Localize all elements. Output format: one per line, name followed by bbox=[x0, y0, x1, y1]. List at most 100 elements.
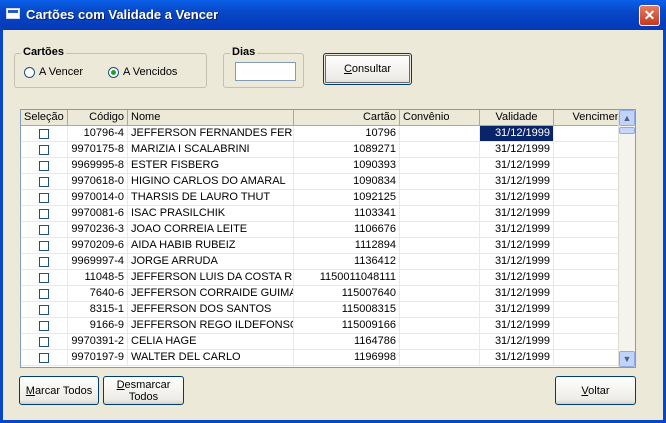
cell-convenio[interactable] bbox=[400, 190, 480, 206]
radio-a-vencidos[interactable]: A Vencidos bbox=[108, 66, 177, 78]
cell-convenio[interactable] bbox=[400, 206, 480, 222]
cell-selecao[interactable] bbox=[21, 238, 68, 254]
row-checkbox[interactable] bbox=[39, 209, 49, 219]
cell-selecao[interactable] bbox=[21, 350, 68, 366]
cell-codigo[interactable]: 9970209-6 bbox=[68, 238, 128, 254]
cell-validade[interactable]: 31/12/1999 bbox=[480, 206, 554, 222]
col-header-cartao[interactable]: Cartão bbox=[294, 110, 400, 126]
cell-selecao[interactable] bbox=[21, 270, 68, 286]
cell-nome[interactable]: JORGE ARRUDA bbox=[128, 254, 294, 270]
table-row[interactable]: 9970236-3 JOAO CORREIA LEITE 1106676 31/12/… bbox=[21, 222, 634, 238]
cell-nome[interactable]: CELIA HAGE bbox=[128, 334, 294, 350]
cell-convenio[interactable] bbox=[400, 350, 480, 366]
marcar-todos-button[interactable]: Marcar Todos bbox=[19, 376, 99, 405]
cell-codigo[interactable]: 10796-4 bbox=[68, 126, 128, 142]
cell-selecao[interactable] bbox=[21, 158, 68, 174]
cell-cartao[interactable]: 1164786 bbox=[294, 334, 400, 350]
cell-selecao[interactable] bbox=[21, 318, 68, 334]
row-checkbox[interactable] bbox=[39, 305, 49, 315]
cell-cartao[interactable]: 1089271 bbox=[294, 142, 400, 158]
cell-codigo[interactable]: 9970175-8 bbox=[68, 142, 128, 158]
cell-cartao[interactable]: 1196998 bbox=[294, 350, 400, 366]
cell-codigo[interactable]: 9970197-9 bbox=[68, 350, 128, 366]
col-header-codigo[interactable]: Código bbox=[68, 110, 128, 126]
cell-validade[interactable]: 31/12/1999 bbox=[480, 142, 554, 158]
cell-convenio[interactable] bbox=[400, 238, 480, 254]
radio-a-vencer[interactable]: A Vencer bbox=[24, 66, 83, 78]
desmarcar-todos-button[interactable]: Desmarcar Todos bbox=[103, 376, 184, 405]
cell-nome[interactable]: JEFFERSON LUIS DA COSTA RE bbox=[128, 270, 294, 286]
cell-cartao[interactable]: 1092125 bbox=[294, 190, 400, 206]
table-row[interactable]: 9970618-0 HIGINO CARLOS DO AMARAL 1090834 3… bbox=[21, 174, 634, 190]
cell-convenio[interactable] bbox=[400, 254, 480, 270]
cell-codigo[interactable]: 9166-9 bbox=[68, 318, 128, 334]
cell-convenio[interactable] bbox=[400, 270, 480, 286]
cell-validade[interactable]: 31/12/1999 bbox=[480, 238, 554, 254]
cell-codigo[interactable]: 9970391-2 bbox=[68, 334, 128, 350]
cell-selecao[interactable] bbox=[21, 174, 68, 190]
table-row[interactable]: 11048-5 JEFFERSON LUIS DA COSTA RE 1150011… bbox=[21, 270, 634, 286]
scroll-down-icon[interactable]: ▼ bbox=[619, 351, 635, 367]
col-header-selecao[interactable]: Seleção bbox=[21, 110, 68, 126]
row-checkbox[interactable] bbox=[39, 321, 49, 331]
row-checkbox[interactable] bbox=[39, 145, 49, 155]
table-row[interactable]: 9970197-9 WALTER DEL CARLO 1196998 31/12/19… bbox=[21, 350, 634, 366]
cell-selecao[interactable] bbox=[21, 286, 68, 302]
cell-convenio[interactable] bbox=[400, 126, 480, 142]
row-checkbox[interactable] bbox=[39, 177, 49, 187]
cell-validade[interactable]: 31/12/1999 bbox=[480, 334, 554, 350]
vertical-scrollbar[interactable]: ▲ ▼ bbox=[618, 110, 635, 367]
row-checkbox[interactable] bbox=[39, 353, 49, 363]
table-row[interactable]: 9970081-6 ISAC PRASILCHIK 1103341 31/12/199… bbox=[21, 206, 634, 222]
cell-validade[interactable]: 31/12/1999 bbox=[480, 158, 554, 174]
cell-nome[interactable]: JEFFERSON FERNANDES FERF bbox=[128, 126, 294, 142]
cell-selecao[interactable] bbox=[21, 190, 68, 206]
cell-nome[interactable]: JEFFERSON REGO ILDEFONSO bbox=[128, 318, 294, 334]
cell-cartao[interactable]: 1136412 bbox=[294, 254, 400, 270]
title-bar[interactable]: Cartões com Validade a Vencer ✕ bbox=[0, 0, 666, 30]
cell-validade[interactable]: 31/12/1999 bbox=[480, 190, 554, 206]
cell-selecao[interactable] bbox=[21, 302, 68, 318]
col-header-nome[interactable]: Nome bbox=[128, 110, 294, 126]
row-checkbox[interactable] bbox=[39, 337, 49, 347]
cell-nome[interactable]: ISAC PRASILCHIK bbox=[128, 206, 294, 222]
close-button[interactable]: ✕ bbox=[639, 5, 660, 26]
cell-cartao[interactable]: 10796 bbox=[294, 126, 400, 142]
cell-validade[interactable]: 31/12/1999 bbox=[480, 286, 554, 302]
row-checkbox[interactable] bbox=[39, 225, 49, 235]
cell-cartao[interactable]: 1150011048111 bbox=[294, 270, 400, 286]
table-row[interactable]: 9970175-8 MARIZIA I SCALABRINI 1089271 31/1… bbox=[21, 142, 634, 158]
cell-validade[interactable]: 31/12/1999 bbox=[480, 254, 554, 270]
cell-validade[interactable]: 31/12/1999 bbox=[480, 270, 554, 286]
cell-cartao[interactable]: 1103341 bbox=[294, 206, 400, 222]
cell-codigo[interactable]: 9969995-8 bbox=[68, 158, 128, 174]
cell-codigo[interactable]: 7640-6 bbox=[68, 286, 128, 302]
cell-convenio[interactable] bbox=[400, 318, 480, 334]
table-row[interactable]: 9970014-0 THARSIS DE LAURO THUT 1092125 31/… bbox=[21, 190, 634, 206]
cell-selecao[interactable] bbox=[21, 254, 68, 270]
cell-nome[interactable]: AIDA HABIB RUBEIZ bbox=[128, 238, 294, 254]
cell-nome[interactable]: JEFFERSON CORRAIDE GUIMAI bbox=[128, 286, 294, 302]
cell-cartao[interactable]: 1112894 bbox=[294, 238, 400, 254]
row-checkbox[interactable] bbox=[39, 257, 49, 267]
cell-validade[interactable]: 31/12/1999 bbox=[480, 222, 554, 238]
row-checkbox[interactable] bbox=[39, 273, 49, 283]
cell-convenio[interactable] bbox=[400, 174, 480, 190]
cell-selecao[interactable] bbox=[21, 222, 68, 238]
cell-codigo[interactable]: 8315-1 bbox=[68, 302, 128, 318]
cell-cartao[interactable]: 1106676 bbox=[294, 222, 400, 238]
table-row[interactable]: 9970391-2CELIA HAGE116478631/12/19990 bbox=[21, 334, 634, 350]
cell-nome[interactable]: ESTER FISBERG bbox=[128, 158, 294, 174]
cell-validade[interactable]: 31/12/1999 bbox=[480, 350, 554, 366]
cartoes-grid[interactable]: Seleção Código Nome Cartão Convênio Vali… bbox=[20, 109, 636, 368]
cell-selecao[interactable] bbox=[21, 126, 68, 142]
cell-cartao[interactable]: 1090834 bbox=[294, 174, 400, 190]
scroll-thumb[interactable] bbox=[619, 127, 635, 134]
cell-nome[interactable]: HIGINO CARLOS DO AMARAL bbox=[128, 174, 294, 190]
cell-codigo[interactable]: 9970618-0 bbox=[68, 174, 128, 190]
cell-convenio[interactable] bbox=[400, 286, 480, 302]
cell-codigo[interactable]: 9969997-4 bbox=[68, 254, 128, 270]
table-row[interactable]: 9969997-4JORGE ARRUDA113641231/12/19990 bbox=[21, 254, 634, 270]
cell-selecao[interactable] bbox=[21, 206, 68, 222]
cell-cartao[interactable]: 115007640 bbox=[294, 286, 400, 302]
